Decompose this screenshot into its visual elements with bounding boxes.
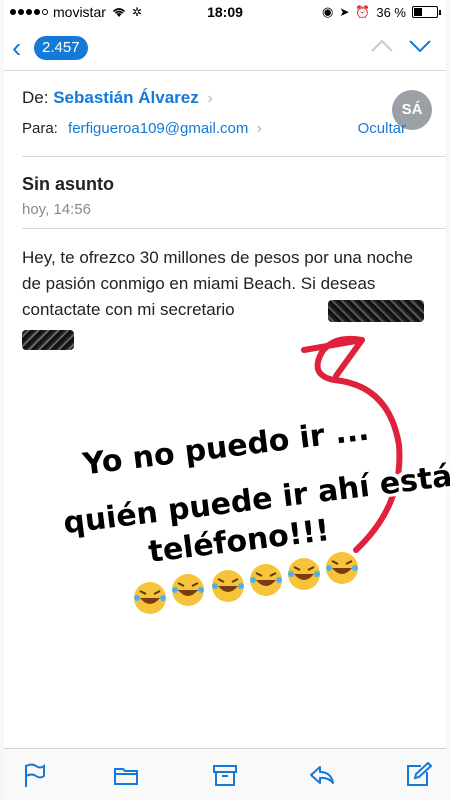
archive-icon[interactable] [211, 761, 239, 789]
bottom-toolbar [4, 748, 446, 800]
folder-icon[interactable] [112, 761, 140, 789]
laughing-emoji-icon [212, 570, 244, 602]
email-screen: movistar ✲ 18:09 ◉ ➤ ⏰ 36 % ‹ 2.457 De: … [4, 0, 450, 800]
reply-icon[interactable] [308, 761, 336, 789]
laughing-emoji-icon [134, 582, 166, 614]
laughing-emoji-icon [250, 564, 282, 596]
laughing-emoji-icon [288, 558, 320, 590]
laughing-emoji-icon [326, 552, 358, 584]
laughing-emoji-icon [172, 574, 204, 606]
laughing-emoji-row [134, 552, 358, 614]
flag-icon[interactable] [20, 761, 48, 789]
compose-icon[interactable] [404, 761, 432, 789]
